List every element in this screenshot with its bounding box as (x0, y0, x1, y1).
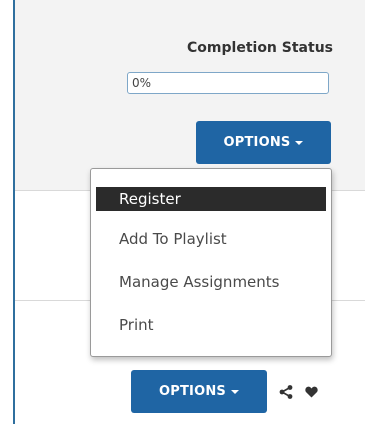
caret-down-icon (230, 389, 239, 394)
options-dropdown-menu: Register Add To Playlist Manage Assignme… (90, 168, 332, 357)
menu-item-print[interactable]: Print (91, 310, 331, 340)
completion-status-field: 0% (127, 72, 329, 94)
options-button-secondary[interactable]: OPTIONS (131, 370, 267, 413)
menu-item-register[interactable]: Register (96, 187, 326, 211)
menu-item-add-to-playlist[interactable]: Add To Playlist (91, 224, 331, 254)
options-button-label: OPTIONS (223, 135, 291, 150)
options-button[interactable]: OPTIONS (196, 121, 331, 164)
completion-status-label: Completion Status (187, 40, 333, 56)
share-icon[interactable] (279, 385, 293, 399)
options-button-label: OPTIONS (159, 384, 226, 399)
caret-down-icon (295, 140, 304, 145)
menu-item-manage-assignments[interactable]: Manage Assignments (91, 267, 331, 297)
heart-icon[interactable] (305, 386, 318, 398)
course-panel: Completion Status 0% OPTIONS Register Ad… (0, 0, 365, 424)
